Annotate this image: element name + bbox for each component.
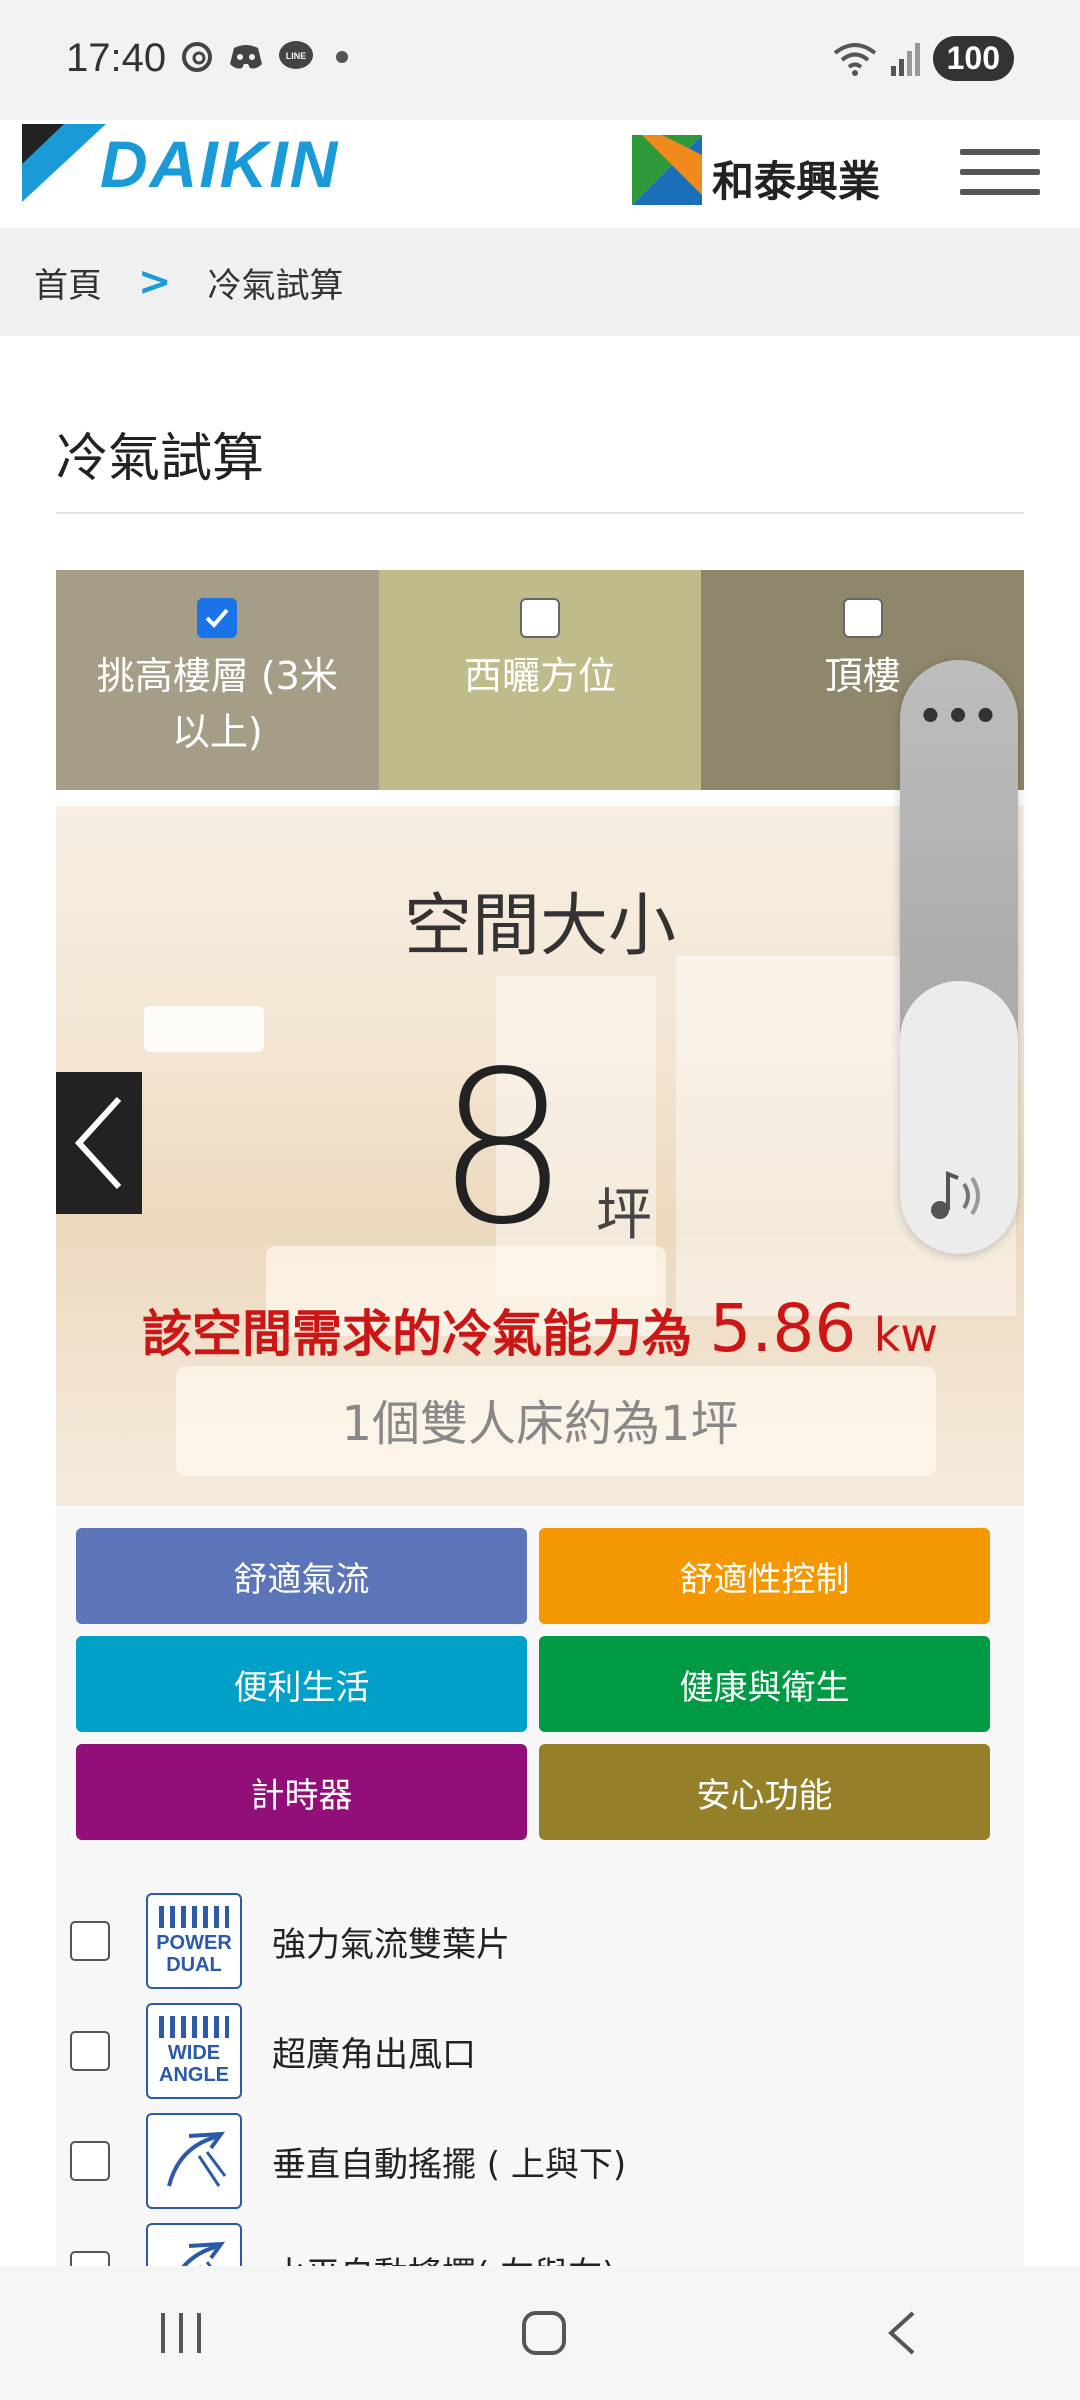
partner-logo[interactable]: 和泰興業 (632, 130, 880, 209)
wide-angle-icon: WIDE ANGLE (146, 2003, 242, 2099)
category-button[interactable]: 舒適氣流 (76, 1528, 527, 1624)
menu-button[interactable] (960, 132, 1040, 212)
space-calculator: 空間大小 8 坪 該空間需求的冷氣能力為 5.86 kw 1個雙人床約為1坪 (56, 806, 1024, 1506)
volume-menu-button[interactable]: ••• (900, 694, 1018, 740)
category-button[interactable]: 舒適性控制 (539, 1528, 990, 1624)
option-checkbox[interactable] (197, 598, 238, 638)
capacity-value: 5.86 (709, 1290, 857, 1367)
daikin-mark-icon (22, 124, 106, 202)
feature-list: POWER DUAL 強力氣流雙葉片 WIDE ANGLE 超廣角出風口垂直自動搖擺 ( … (70, 1886, 1010, 2326)
icon-text: DUAL (166, 1954, 222, 1976)
feature-row: WIDE ANGLE 超廣角出風口 (70, 1996, 1010, 2106)
category-button[interactable]: 便利生活 (76, 1636, 527, 1732)
option-checkbox[interactable] (842, 598, 883, 638)
breadcrumb-home-link[interactable]: 首頁 (34, 258, 102, 307)
option-high-ceiling[interactable]: 挑高樓層 (3米以上) (56, 570, 379, 790)
capacity-result: 該空間需求的冷氣能力為 5.86 kw (56, 1290, 1024, 1367)
chevron-right-icon: > (138, 259, 172, 305)
more-notifications-dot (336, 51, 348, 63)
room-options: 挑高樓層 (3米以上) 西曬方位 頂樓 (56, 570, 1025, 790)
page-title: 冷氣試算 (56, 429, 265, 489)
chevron-left-icon (74, 1096, 122, 1190)
wifi-icon (833, 42, 876, 76)
breadcrumb-current: 冷氣試算 (207, 265, 344, 306)
home-icon[interactable] (520, 2309, 568, 2357)
breadcrumb: 首頁 > 冷氣試算 (0, 228, 1080, 336)
daikin-wordmark: DAIKIN (100, 127, 340, 201)
partner-mark-icon (632, 134, 702, 205)
icon-stripes (159, 1906, 229, 1928)
daikin-logo[interactable]: DAIKIN (22, 124, 339, 204)
feature-label: 垂直自動搖擺 ( 上與下) (272, 2144, 627, 2185)
discord-icon (230, 45, 262, 69)
feature-label: 超廣角出風口 (272, 2034, 476, 2075)
option-checkbox[interactable] (520, 598, 560, 638)
status-time: 17:40 (66, 36, 167, 80)
back-icon[interactable] (883, 2309, 923, 2357)
power-dual-icon: POWER DUAL (146, 1893, 242, 1989)
signal-icon (890, 42, 920, 76)
icon-stripes (159, 2016, 229, 2038)
option-label: 挑高樓層 (3米以上) (96, 654, 338, 754)
vertical-swing-icon (146, 2113, 242, 2209)
hamburger-icon (960, 149, 1040, 155)
icon-text: WIDE (167, 2042, 221, 2064)
icon-text: POWER (156, 1932, 232, 1954)
capacity-prefix: 該空間需求的冷氣能力為 (141, 1305, 692, 1363)
category-button[interactable]: 計時器 (76, 1744, 527, 1840)
line-icon: LINE (279, 41, 313, 69)
hamburger-line (960, 169, 1040, 175)
space-size-unit: 坪 (596, 1183, 652, 1248)
capacity-unit: kw (873, 1308, 939, 1362)
category-buttons: 舒適氣流 舒適性控制 便利生活 健康與衛生 計時器 安心功能 (76, 1528, 990, 1840)
feature-panel: 舒適氣流 舒適性控制 便利生活 健康與衛生 計時器 安心功能 POWER DUAL 強力氣流雙… (56, 1506, 1024, 2319)
site-header: DAIKIN 和泰興業 (0, 120, 1080, 228)
bed-size-note: 1個雙人床約為1坪 (341, 1396, 739, 1452)
swing-arrow-icon (167, 2131, 227, 2187)
system-navigation-bar (0, 2266, 1080, 2400)
feature-checkbox[interactable] (70, 2141, 110, 2181)
feature-checkbox[interactable] (70, 2031, 110, 2071)
volume-slider[interactable]: ••• (900, 660, 1018, 1254)
feature-label: 強力氣流雙葉片 (272, 1924, 510, 1965)
hamburger-line (960, 189, 1040, 195)
space-size-value: 8 (436, 1026, 570, 1271)
recent-apps-icon[interactable] (157, 2311, 205, 2355)
notification-icons: LINE (180, 40, 348, 74)
partner-name: 和泰興業 (712, 157, 881, 206)
media-volume-icon (931, 1171, 980, 1219)
checkmark-icon (205, 608, 229, 628)
feature-row: POWER DUAL 強力氣流雙葉片 (70, 1886, 1010, 1996)
option-label: 頂樓 (824, 654, 901, 698)
previous-button[interactable] (56, 1072, 142, 1214)
option-west-facing[interactable]: 西曬方位 (378, 570, 702, 790)
category-button[interactable]: 健康與衛生 (539, 1636, 990, 1732)
battery-indicator: 100 (932, 36, 1014, 81)
status-bar: 17:40 LINE 100 (0, 0, 1080, 120)
background-air-conditioner (144, 1006, 264, 1052)
option-label: 西曬方位 (464, 654, 617, 698)
svg-text:LINE: LINE (286, 51, 307, 61)
title-divider (56, 512, 1024, 514)
space-size-title: 空間大小 (403, 887, 676, 966)
feature-row: 垂直自動搖擺 ( 上與下) (70, 2106, 1010, 2216)
category-button[interactable]: 安心功能 (539, 1744, 990, 1840)
feature-checkbox[interactable] (70, 1921, 110, 1961)
status-right: 100 (833, 36, 1014, 81)
threads-icon (182, 42, 212, 72)
icon-text: ANGLE (159, 2064, 229, 2086)
